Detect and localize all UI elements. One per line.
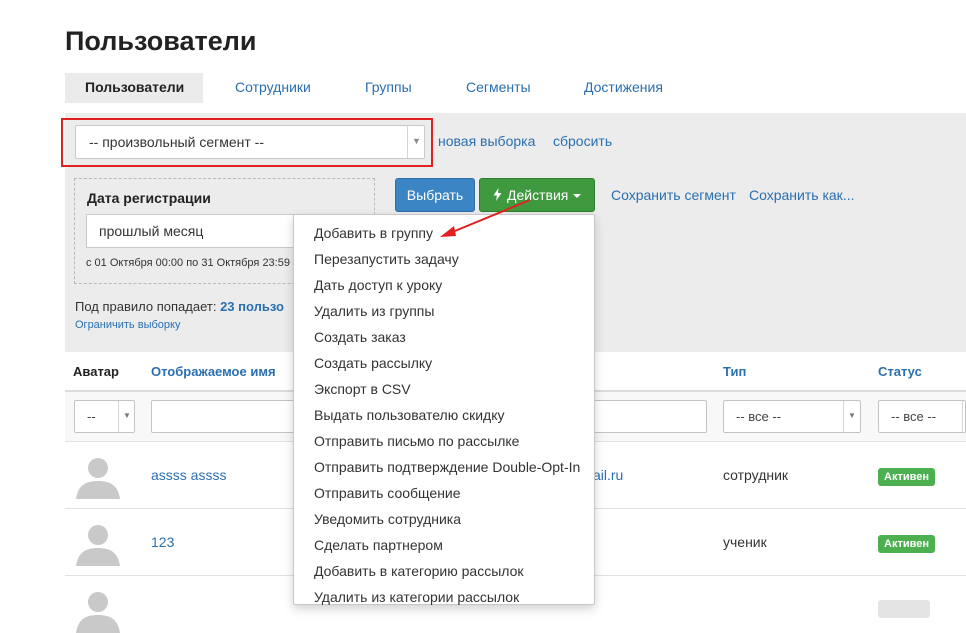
menu-item-add-to-group[interactable]: Добавить в группу xyxy=(314,225,433,241)
menu-item-make-partner[interactable]: Сделать партнером xyxy=(314,537,443,553)
menu-item-create-mailing[interactable]: Создать рассылку xyxy=(314,355,432,371)
rule-prefix: Под правило попадает: xyxy=(75,299,217,314)
column-status[interactable]: Статус xyxy=(878,364,922,379)
menu-item-give-discount[interactable]: Выдать пользователю скидку xyxy=(314,407,505,423)
menu-item-send-mailing-letter[interactable]: Отправить письмо по рассылке xyxy=(314,433,519,449)
save-as-link[interactable]: Сохранить как... xyxy=(749,187,854,203)
menu-item-add-to-mailing-category[interactable]: Добавить в категорию рассылок xyxy=(314,563,524,579)
rule-summary: Под правило попадает: 23 пользо xyxy=(75,299,284,314)
red-arrow-icon xyxy=(440,199,531,237)
type-filter-select[interactable]: -- все -- ▼ xyxy=(723,400,861,433)
select-divider xyxy=(118,401,119,432)
registration-period-value: прошлый месяц xyxy=(99,223,204,239)
tab-users[interactable]: Пользователи xyxy=(65,73,204,103)
user-type: сотрудник xyxy=(723,467,789,483)
tab-segments[interactable]: Сегменты xyxy=(466,73,531,103)
page-title: Пользователи xyxy=(65,26,257,56)
status-filter-value: -- все -- xyxy=(891,409,937,424)
tab-groups[interactable]: Группы xyxy=(365,73,412,103)
status-badge: Активен xyxy=(878,535,935,553)
registration-title: Дата регистрации xyxy=(87,190,211,206)
triangle-down-icon: ▼ xyxy=(848,411,856,420)
registration-period-select[interactable]: прошлый месяц xyxy=(86,214,306,248)
select-divider xyxy=(843,401,844,432)
rule-count[interactable]: 23 пользо xyxy=(220,299,284,314)
new-selection-link[interactable]: новая выборка xyxy=(438,133,535,149)
menu-item-export-csv[interactable]: Экспорт в CSV xyxy=(314,381,411,397)
user-silhouette-icon xyxy=(76,525,120,566)
limit-selection-link[interactable]: Ограничить выборку xyxy=(75,319,180,331)
menu-item-send-message[interactable]: Отправить сообщение xyxy=(314,485,461,501)
column-display-name[interactable]: Отображаемое имя xyxy=(151,364,276,379)
registration-range: с 01 Октября 00:00 по 31 Октября 23:59 xyxy=(86,257,290,269)
tab-achievements[interactable]: Достижения xyxy=(584,73,663,103)
save-segment-link[interactable]: Сохранить сегмент xyxy=(611,187,736,203)
menu-item-restart-task[interactable]: Перезапустить задачу xyxy=(314,251,459,267)
select-divider xyxy=(407,126,408,158)
avatar-filter-value: -- xyxy=(87,409,96,424)
reset-link[interactable]: сбросить xyxy=(553,133,612,149)
status-badge xyxy=(878,600,930,618)
select-divider xyxy=(962,401,963,432)
menu-item-remove-from-mailing-category[interactable]: Удалить из категории рассылок xyxy=(314,589,519,605)
status-badge: Активен xyxy=(878,468,935,486)
user-silhouette-icon xyxy=(76,458,120,499)
segment-select-value: -- произвольный сегмент -- xyxy=(89,134,264,150)
caret-down-icon xyxy=(573,194,582,199)
column-type[interactable]: Тип xyxy=(723,364,746,379)
menu-item-grant-lesson-access[interactable]: Дать доступ к уроку xyxy=(314,277,442,293)
user-type: ученик xyxy=(723,534,767,550)
user-silhouette-icon xyxy=(76,592,120,633)
menu-item-create-order[interactable]: Создать заказ xyxy=(314,329,406,345)
menu-item-notify-employee[interactable]: Уведомить сотрудника xyxy=(314,511,461,527)
actions-dropdown-menu: Добавить в группу Перезапустить задачу Д… xyxy=(293,214,595,605)
avatar-filter-select[interactable]: -- ▼ xyxy=(74,400,135,433)
segment-select[interactable]: -- произвольный сегмент -- ▼ xyxy=(75,125,425,159)
menu-item-send-double-opt-in[interactable]: Отправить подтверждение Double-Opt-In xyxy=(314,459,580,475)
user-email[interactable]: ail.ru xyxy=(593,467,623,483)
triangle-down-icon: ▼ xyxy=(123,411,131,420)
type-filter-value: -- все -- xyxy=(736,409,782,424)
user-display-name[interactable]: assss assss xyxy=(151,467,226,483)
column-avatar: Аватар xyxy=(73,364,119,379)
user-display-name[interactable]: 123 xyxy=(151,534,174,550)
triangle-down-icon: ▼ xyxy=(412,136,421,146)
status-filter-select[interactable]: -- все -- xyxy=(878,400,966,433)
tab-employees[interactable]: Сотрудники xyxy=(235,73,311,103)
menu-item-remove-from-group[interactable]: Удалить из группы xyxy=(314,303,434,319)
